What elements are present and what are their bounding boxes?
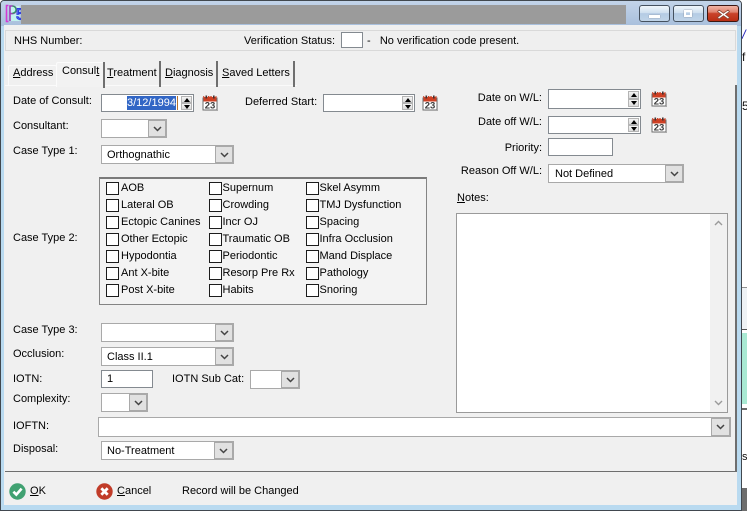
- svg-text:23: 23: [654, 97, 665, 108]
- svg-text:23: 23: [654, 123, 665, 134]
- svg-text:23: 23: [205, 101, 216, 112]
